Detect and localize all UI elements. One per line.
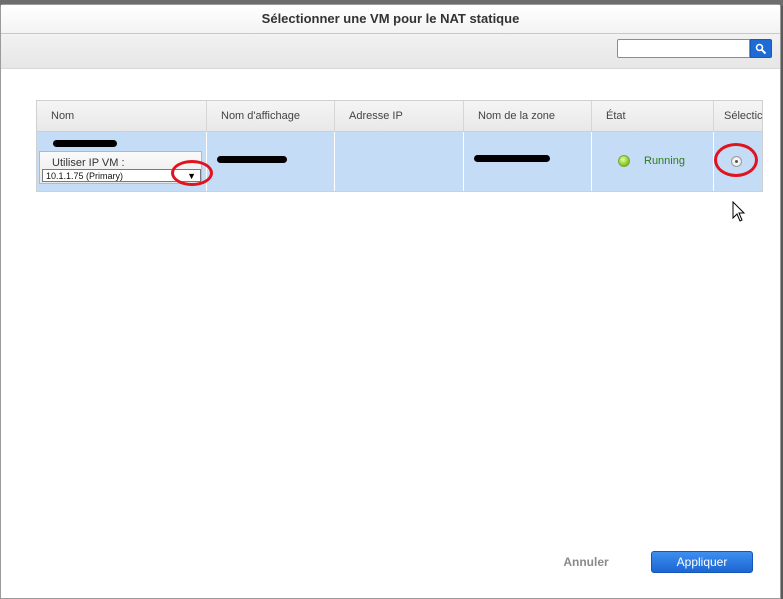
dialog-title: Sélectionner une VM pour le NAT statique: [1, 5, 780, 34]
search-button[interactable]: [750, 39, 772, 58]
cell-ip-address: [335, 132, 464, 191]
column-header-name[interactable]: Nom: [37, 101, 207, 131]
redacted-display-name: [217, 156, 287, 163]
column-header-ip-address[interactable]: Adresse IP: [335, 101, 464, 131]
running-status-icon: [618, 155, 630, 167]
annotation-circle-dropdown: [171, 160, 213, 186]
column-header-state[interactable]: État: [592, 101, 714, 131]
grid-header: Nom Nom d'affichage Adresse IP Nom de la…: [37, 101, 762, 132]
annotation-circle-radio: [714, 143, 758, 177]
table-row[interactable]: Utiliser IP VM : 10.1.1.75 (Primary) ▼ R…: [37, 132, 762, 191]
search-input[interactable]: [617, 39, 750, 58]
search-toolbar: [1, 34, 780, 69]
cancel-button[interactable]: Annuler: [549, 551, 623, 573]
column-header-display-name[interactable]: Nom d'affichage: [207, 101, 335, 131]
mouse-pointer-icon: [732, 201, 746, 222]
state-label: Running: [644, 155, 685, 167]
cell-display-name: [207, 132, 335, 191]
static-nat-vm-dialog: Sélectionner une VM pour le NAT statique…: [0, 4, 781, 599]
column-header-select[interactable]: Sélectic: [714, 101, 762, 131]
column-header-zone-name[interactable]: Nom de la zone: [464, 101, 592, 131]
vm-ip-dropdown-value: 10.1.1.75 (Primary): [46, 171, 124, 181]
cell-state: Running: [592, 132, 714, 191]
vm-grid: Nom Nom d'affichage Adresse IP Nom de la…: [36, 100, 763, 192]
apply-button[interactable]: Appliquer: [651, 551, 753, 573]
redacted-vm-name: [53, 140, 117, 147]
redacted-zone-name: [474, 155, 550, 162]
cell-zone-name: [464, 132, 592, 191]
vm-ip-label: Utiliser IP VM :: [52, 157, 125, 169]
search-icon: [755, 43, 767, 55]
